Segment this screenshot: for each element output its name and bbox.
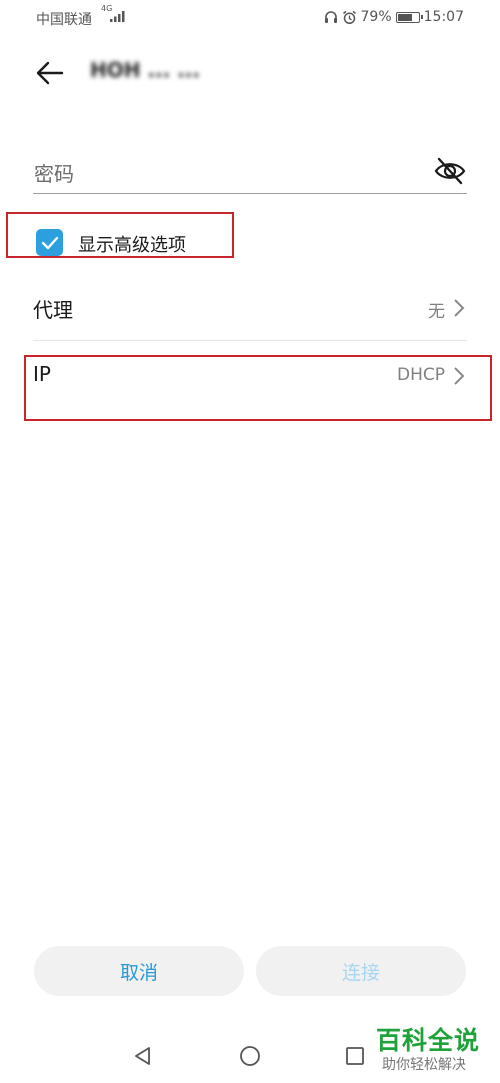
clock-time: 15:07 bbox=[423, 9, 464, 25]
watermark-subtitle: 助你轻松解决 bbox=[382, 1057, 466, 1073]
row-divider bbox=[33, 340, 467, 341]
alarm-icon bbox=[342, 10, 356, 24]
cancel-button[interactable]: 取消 bbox=[34, 946, 244, 996]
password-underline bbox=[33, 193, 467, 194]
status-bar: 中国联通 4G 79% 15:07 bbox=[0, 0, 500, 34]
highlight-box-ip bbox=[24, 355, 492, 421]
connect-button[interactable]: 连接 bbox=[256, 946, 466, 996]
proxy-row[interactable]: 代理 无 bbox=[33, 280, 467, 340]
proxy-value: 无 bbox=[428, 302, 445, 322]
home-circle-icon[interactable] bbox=[239, 1045, 261, 1067]
battery-percent: 79% bbox=[360, 9, 392, 25]
watermark-title: 百科全说 bbox=[376, 1026, 481, 1055]
password-field[interactable]: 密码 bbox=[34, 158, 74, 187]
back-triangle-icon[interactable] bbox=[132, 1045, 154, 1067]
recent-square-icon[interactable] bbox=[345, 1046, 365, 1066]
battery-fill bbox=[397, 13, 412, 21]
highlight-box-advanced bbox=[6, 212, 234, 258]
headset-icon bbox=[324, 11, 337, 23]
signal-icon bbox=[110, 11, 125, 22]
network-name-title: HOH ... ... bbox=[90, 58, 200, 82]
proxy-label: 代理 bbox=[33, 298, 73, 322]
status-right-group: 79% 15:07 bbox=[324, 9, 464, 25]
back-button[interactable] bbox=[30, 56, 70, 90]
back-arrow-icon bbox=[36, 61, 64, 85]
chevron-right-icon bbox=[454, 299, 465, 317]
eye-slash-icon bbox=[434, 157, 466, 185]
carrier-name: 中国联通 bbox=[36, 12, 92, 28]
battery-icon bbox=[395, 11, 423, 23]
password-visibility-toggle[interactable] bbox=[432, 156, 468, 186]
